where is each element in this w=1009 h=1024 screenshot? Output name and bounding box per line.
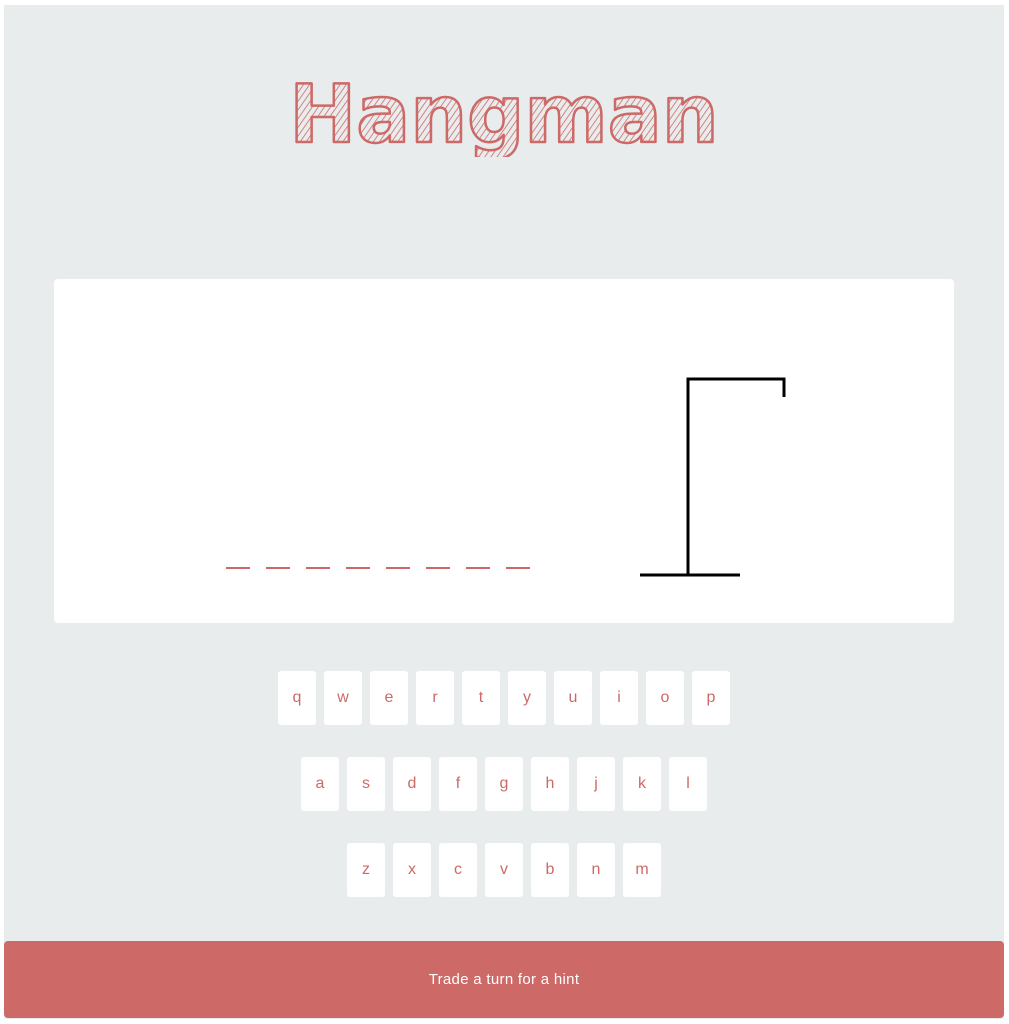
key-t[interactable]: t [462,671,500,725]
key-p[interactable]: p [692,671,730,725]
key-f[interactable]: f [439,757,477,811]
key-y[interactable]: y [508,671,546,725]
key-g[interactable]: g [485,757,523,811]
hangman-logo: Hangman [288,67,720,157]
key-k[interactable]: k [623,757,661,811]
letter-slot [306,549,330,569]
game-container: Hangman qwertyuiop asdfghjkl zxcvbnm Trade… [4,5,1004,1019]
letter-slot [426,549,450,569]
key-u[interactable]: u [554,671,592,725]
letter-slot [346,549,370,569]
keyboard-row: qwertyuiop [4,671,1004,725]
game-board [54,279,954,623]
key-h[interactable]: h [531,757,569,811]
key-b[interactable]: b [531,843,569,897]
word-slots [226,549,530,569]
key-x[interactable]: x [393,843,431,897]
key-z[interactable]: z [347,843,385,897]
key-o[interactable]: o [646,671,684,725]
key-s[interactable]: s [347,757,385,811]
title-text: Hangman [289,68,718,157]
letter-slot [466,549,490,569]
keyboard-row: zxcvbnm [4,843,1004,897]
key-r[interactable]: r [416,671,454,725]
keyboard-row: asdfghjkl [4,757,1004,811]
letter-slot [266,549,290,569]
key-n[interactable]: n [577,843,615,897]
key-v[interactable]: v [485,843,523,897]
key-i[interactable]: i [600,671,638,725]
key-c[interactable]: c [439,843,477,897]
key-j[interactable]: j [577,757,615,811]
letter-slot [386,549,410,569]
key-a[interactable]: a [301,757,339,811]
page-title: Hangman [4,67,1004,157]
hint-button[interactable]: Trade a turn for a hint [4,941,1004,1018]
gallows-drawing [640,377,786,577]
key-w[interactable]: w [324,671,362,725]
key-e[interactable]: e [370,671,408,725]
key-d[interactable]: d [393,757,431,811]
letter-slot [226,549,250,569]
key-q[interactable]: q [278,671,316,725]
key-m[interactable]: m [623,843,661,897]
key-l[interactable]: l [669,757,707,811]
letter-slot [506,549,530,569]
letter-keyboard: qwertyuiop asdfghjkl zxcvbnm [4,671,1004,929]
